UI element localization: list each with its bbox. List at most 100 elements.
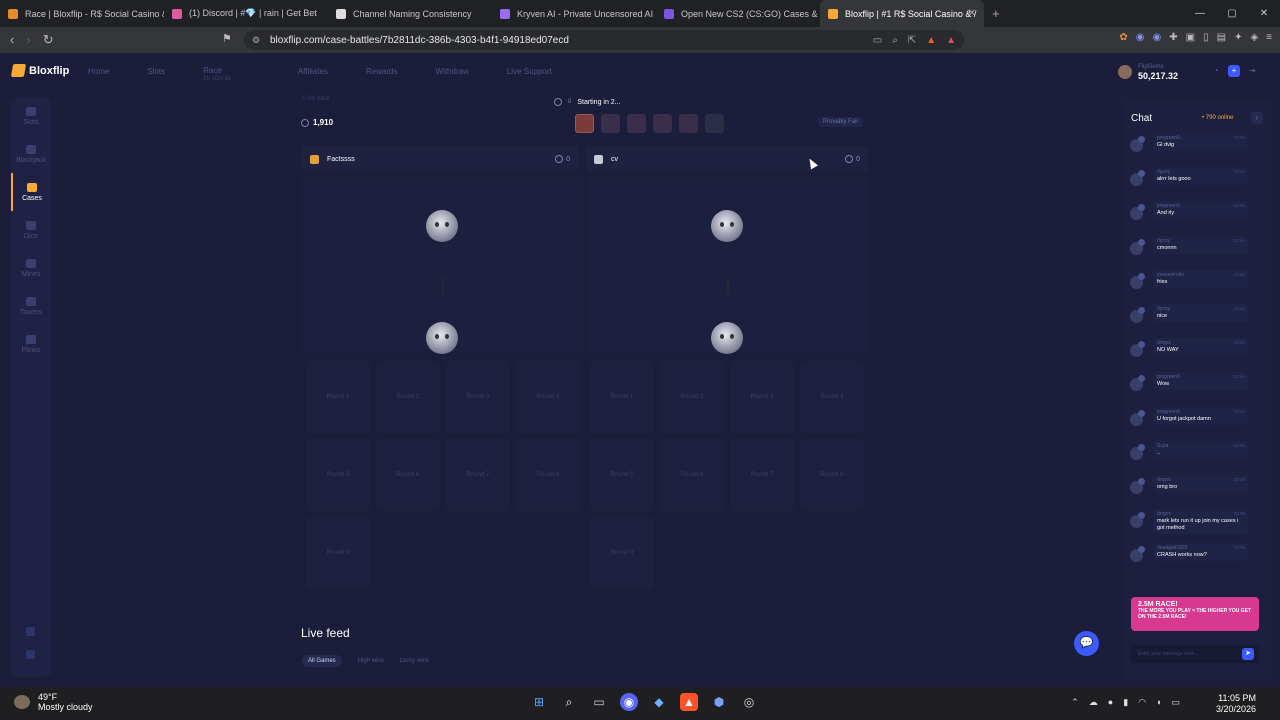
chat-username[interactable]: progreen9 xyxy=(1157,374,1244,381)
case-thumb[interactable] xyxy=(601,114,620,133)
avatar[interactable] xyxy=(1130,409,1145,426)
twitter-icon[interactable] xyxy=(26,627,35,636)
avatar[interactable] xyxy=(1130,170,1145,187)
browser-tab[interactable]: Channel Naming Consistency xyxy=(328,0,492,27)
nav-live-support[interactable]: Live Support xyxy=(507,67,552,83)
chat-username[interactable]: rlyzoy xyxy=(1157,238,1244,245)
browser-tab[interactable]: Kryven AI - Private Uncensored AI Ch xyxy=(492,0,656,27)
collapse-chat-icon[interactable]: › xyxy=(1251,112,1263,124)
filter-high-wins[interactable]: High wins xyxy=(358,658,384,664)
speaker-icon[interactable]: ◖ xyxy=(1156,697,1161,708)
cloud-icon[interactable]: ☁ xyxy=(1089,697,1098,708)
chat-username[interactable]: rlyzoy xyxy=(1157,169,1244,176)
race-promo-banner[interactable]: 2.5M RACE! THE MORE YOU PLAY = THE HIGHE… xyxy=(1131,597,1259,631)
case-thumb[interactable] xyxy=(705,114,724,133)
puzzle-icon[interactable]: ✚ xyxy=(1169,32,1177,43)
send-icon[interactable]: ➤ xyxy=(1242,648,1254,660)
avatar[interactable] xyxy=(1130,443,1145,460)
search-icon[interactable]: ⌕ xyxy=(560,693,578,711)
browser-tab[interactable]: Open New CS2 (CS:GO) Cases & Get xyxy=(656,0,820,27)
chat-username[interactable]: drrgvs xyxy=(1157,340,1244,347)
user-badge[interactable]: FlipGems 50,217.32 xyxy=(1118,63,1178,81)
sidebar-item-towers[interactable]: Towers xyxy=(11,287,51,325)
chat-username[interactable]: drrgvs xyxy=(1157,511,1244,518)
avatar[interactable] xyxy=(1130,136,1145,152)
start-icon[interactable]: ⊞ xyxy=(530,693,548,711)
chat-username[interactable]: deadgod1828 xyxy=(1157,545,1244,552)
chat-username[interactable]: drrgvs xyxy=(1157,477,1244,484)
deposit-button[interactable]: + xyxy=(1228,65,1240,77)
avatar[interactable] xyxy=(1130,341,1145,358)
minimize-button[interactable]: — xyxy=(1184,0,1216,27)
leo-icon[interactable]: ✦ xyxy=(1234,32,1242,43)
vpn-icon[interactable]: ◈ xyxy=(1250,32,1258,43)
sidebar-item-slots[interactable]: Slots xyxy=(11,97,51,135)
browser-tab[interactable]: Bloxflip | #1 R$ Social Casino & / ✕ xyxy=(820,0,984,27)
file-explorer-icon[interactable]: ▭ xyxy=(590,693,608,711)
new-tab-button[interactable]: + xyxy=(992,6,1000,21)
brave-shield-icon[interactable]: ▲ xyxy=(926,35,936,46)
bookmark-icon[interactable]: ⚑ xyxy=(222,32,232,45)
maximize-button[interactable]: ▢ xyxy=(1216,0,1248,27)
site-logo[interactable]: Bloxflip xyxy=(10,64,69,77)
nav-home[interactable]: Home xyxy=(88,67,109,83)
volume-icon[interactable]: ▮ xyxy=(1123,697,1128,708)
nav-withdraw[interactable]: Withdraw xyxy=(436,67,469,83)
avatar[interactable] xyxy=(1130,238,1145,255)
avatar[interactable] xyxy=(1130,546,1145,563)
back-arrow-icon[interactable]: ‹ xyxy=(10,32,14,48)
brave-icon[interactable]: ▲ xyxy=(680,693,698,711)
reload-icon[interactable]: ↻ xyxy=(43,32,54,48)
bell-icon[interactable]: ◔ xyxy=(1210,65,1222,77)
app-icon[interactable]: ◆ xyxy=(650,693,668,711)
rewards-icon[interactable]: ▲ xyxy=(946,35,956,46)
avatar[interactable] xyxy=(1130,375,1145,392)
support-chat-button[interactable]: 💬 xyxy=(1074,631,1099,656)
nav-affiliates[interactable]: Affiliates xyxy=(298,67,328,83)
chat-username[interactable]: rlyzoy xyxy=(1157,306,1244,313)
discord-extension-icon[interactable]: ◉ xyxy=(1153,32,1162,43)
chat-username[interactable]: Scpa xyxy=(1157,443,1244,450)
avatar[interactable] xyxy=(1130,204,1145,221)
filter-all-games[interactable]: All Games xyxy=(302,655,342,667)
logout-icon[interactable]: ⇥ xyxy=(1246,65,1258,77)
chat-username[interactable]: progreen9 xyxy=(1157,135,1244,142)
app-icon[interactable]: ⬢ xyxy=(710,693,728,711)
avatar[interactable] xyxy=(1130,477,1145,494)
sidebar-item-cases[interactable]: Cases xyxy=(11,173,51,211)
filter-lucky-wins[interactable]: Lucky wins xyxy=(400,658,429,664)
share-icon[interactable]: ⇱ xyxy=(908,35,916,46)
battery-icon[interactable]: ▭ xyxy=(1171,697,1180,708)
tray-chevron-icon[interactable]: ⌃ xyxy=(1071,697,1079,708)
case-thumb[interactable] xyxy=(653,114,672,133)
browser-tab[interactable]: Race | Bloxflip - R$ Social Casino & A xyxy=(0,0,164,27)
discord-icon[interactable] xyxy=(26,650,35,659)
sidebar-item-dice[interactable]: Dice xyxy=(11,211,51,249)
chat-input[interactable]: Enter your message here... ➤ xyxy=(1131,645,1259,663)
site-info-icon[interactable]: ⚙ xyxy=(252,35,260,46)
wifi-icon[interactable]: ◠ xyxy=(1138,697,1146,708)
avatar[interactable] xyxy=(1130,272,1145,289)
url-field[interactable]: ⚙ bloxflip.com/case-battles/7b2811dc-386… xyxy=(244,30,964,50)
nav-slots[interactable]: Slots xyxy=(147,67,165,83)
sidebar-item-blackjack[interactable]: Blackjack xyxy=(11,135,51,173)
nav-rewards[interactable]: Rewards xyxy=(366,67,398,83)
avatar[interactable] xyxy=(1130,306,1145,323)
sidebar-item-plinko[interactable]: Plinko xyxy=(11,325,51,363)
tab-icon[interactable]: ▣ xyxy=(1186,32,1195,43)
wallet-icon[interactable]: ▤ xyxy=(1217,32,1226,43)
case-thumb[interactable] xyxy=(627,114,646,133)
menu-icon[interactable]: ≡ xyxy=(1266,32,1272,43)
cast-icon[interactable]: ▭ xyxy=(873,35,882,46)
go-back-link[interactable]: < Go back xyxy=(302,96,330,102)
browser-tab[interactable]: (1) Discord | #💎 | rain | Get Bet xyxy=(164,0,328,27)
case-thumb[interactable] xyxy=(679,114,698,133)
sidebar-item-mines[interactable]: Mines xyxy=(11,249,51,287)
avatar[interactable] xyxy=(1130,512,1145,529)
sidebar-toggle-icon[interactable]: ▯ xyxy=(1203,32,1209,43)
case-thumb[interactable] xyxy=(575,114,594,133)
weather-widget[interactable]: 49°F Mostly cloudy xyxy=(14,692,93,712)
chat-username[interactable]: progreen9 xyxy=(1157,203,1244,210)
chat-username[interactable]: yeeeesirrski xyxy=(1157,272,1244,279)
clock[interactable]: 11:05 PM 3/20/2026 xyxy=(1216,693,1256,715)
